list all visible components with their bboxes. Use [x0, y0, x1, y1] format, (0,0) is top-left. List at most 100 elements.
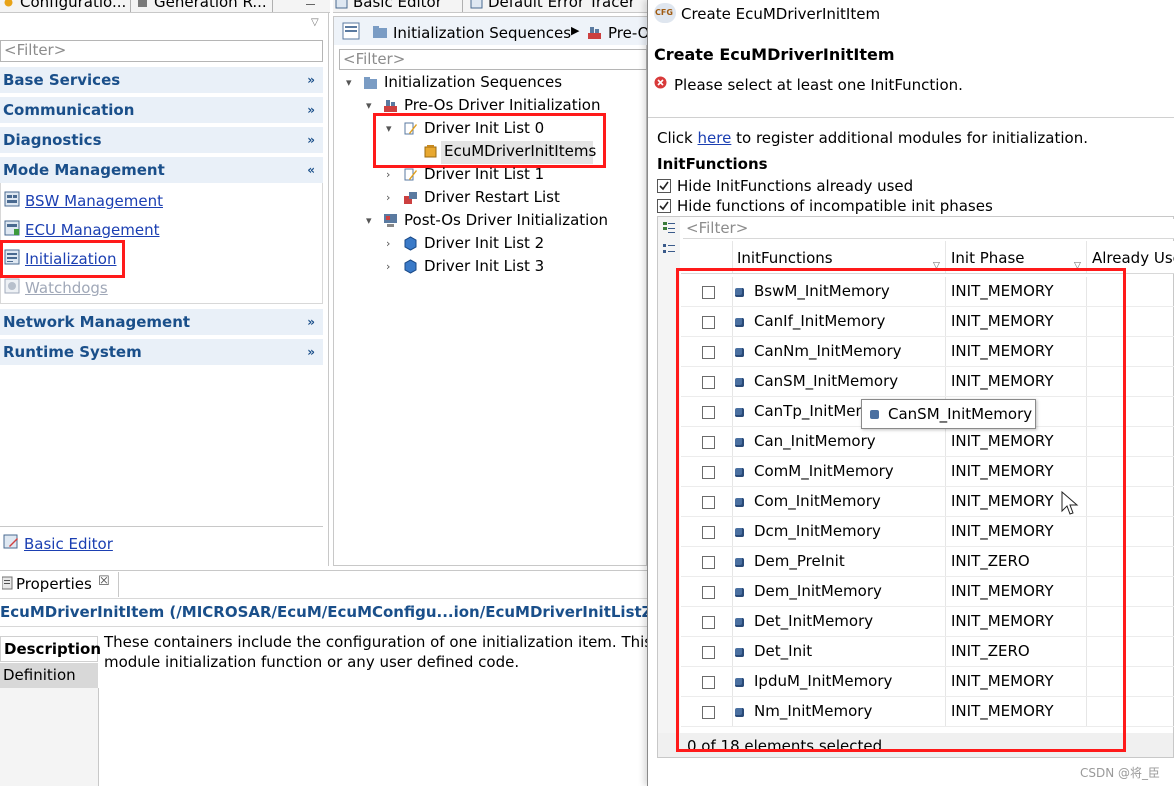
tree-item-preos[interactable]: Pre-Os Driver Initialization — [404, 96, 600, 114]
section-runtime-system[interactable]: Runtime System» — [0, 339, 323, 365]
register-text: Click here to register additional module… — [657, 129, 1089, 147]
description-line: module initialization function or any us… — [104, 653, 520, 671]
properties-path: EcuMDriverInitItem (/MICROSAR/EcuM/EcuMC… — [0, 603, 706, 621]
tab-strip-bg — [0, 688, 98, 786]
basic-editor-icon — [3, 534, 18, 549]
folder-icon — [373, 26, 387, 38]
highlight-box — [676, 268, 1126, 752]
dialog-heading: Create EcuMDriverInitItem — [654, 45, 895, 64]
divider — [0, 526, 323, 527]
collapsed-arrow-icon[interactable]: › — [386, 261, 396, 272]
center-filter-input[interactable]: <Filter> — [339, 49, 647, 70]
post-os-icon — [384, 214, 397, 227]
error-message: Please select at least one InitFunction. — [674, 76, 963, 94]
error-icon — [654, 76, 667, 89]
tree-item-postos[interactable]: Post-Os Driver Initialization — [404, 211, 608, 229]
tab-divider — [462, 0, 463, 12]
section-base-services[interactable]: Base Services» — [0, 67, 323, 93]
breadcrumb-separator-icon: ▶ — [571, 24, 580, 37]
expanded-arrow-icon[interactable]: ▾ — [366, 100, 376, 111]
dialog-header — [648, 30, 1174, 120]
hide-used-checkbox[interactable] — [657, 179, 671, 193]
properties-icon — [2, 576, 13, 590]
divider — [648, 117, 1174, 118]
tab-divider — [130, 0, 131, 12]
watchdogs-link[interactable]: Watchdogs — [25, 279, 108, 297]
collapsed-arrow-icon[interactable]: › — [386, 238, 396, 249]
column-header-initfunctions[interactable]: InitFunctions — [737, 249, 833, 267]
tree-item-init-sequences[interactable]: Initialization Sequences — [384, 73, 562, 91]
sun-icon — [4, 0, 13, 7]
highlight-box — [0, 240, 125, 278]
section-mode-management[interactable]: Mode Management « — [0, 157, 323, 183]
section-diagnostics[interactable]: Diagnostics» — [0, 127, 323, 153]
ecu-management-link[interactable]: ECU Management — [25, 221, 160, 239]
tab-description[interactable]: Description — [0, 636, 101, 662]
expand-all-icon[interactable] — [662, 221, 676, 235]
divider — [0, 598, 647, 599]
expanded-arrow-icon[interactable]: ▾ — [346, 77, 356, 88]
dialog-window-title: Create EcuMDriverInitItem — [681, 5, 881, 23]
tracer-icon — [470, 0, 483, 9]
highlight-box — [373, 113, 606, 168]
hide-incompatible-label: Hide functions of incompatible init phas… — [677, 197, 993, 215]
tab-generation[interactable]: Generation R... — [136, 0, 267, 11]
left-filter-input[interactable]: <Filter> — [0, 40, 323, 62]
expand-chevron-icon: » — [307, 315, 315, 329]
editor-icon — [335, 0, 348, 9]
collapse-all-icon[interactable] — [662, 243, 676, 257]
column-header-init-phase[interactable]: Init Phase — [951, 249, 1025, 267]
ecu-management-icon — [4, 220, 20, 236]
generate-icon — [138, 0, 147, 7]
watchdogs-icon — [4, 278, 20, 294]
bsw-management-link[interactable]: BSW Management — [25, 192, 163, 210]
init-list-icon — [404, 168, 417, 181]
view-icon[interactable] — [342, 22, 360, 40]
divider — [98, 688, 99, 786]
column-header-already-used[interactable]: Already Use — [1092, 249, 1174, 267]
view-menu-icon[interactable]: ▽ — [311, 17, 319, 28]
tree-item-restart[interactable]: Driver Restart List — [424, 188, 560, 206]
divider — [0, 626, 647, 627]
section-network-management[interactable]: Network Management» — [0, 309, 323, 335]
description-line: These containers include the configurati… — [104, 633, 672, 651]
expanded-arrow-icon[interactable]: ▾ — [366, 215, 376, 226]
collapsed-arrow-icon[interactable]: › — [386, 169, 396, 180]
folder-icon — [364, 77, 377, 89]
tab-properties[interactable]: Properties ☒ — [0, 572, 119, 597]
breadcrumb-item[interactable]: Initialization Sequences — [393, 24, 571, 42]
expand-chevron-icon: » — [307, 73, 315, 87]
table-filter-input[interactable]: <Filter> — [683, 219, 1174, 239]
here-link[interactable]: here — [698, 129, 732, 147]
tree-item-list2[interactable]: Driver Init List 2 — [424, 234, 544, 252]
tab-default-error-tracer[interactable]: Default Error Tracer — [470, 0, 635, 11]
tab-divider — [272, 0, 273, 12]
cube-icon — [404, 259, 417, 274]
close-icon[interactable]: ☒ — [98, 574, 110, 589]
tab-basic-editor[interactable]: Basic Editor — [335, 0, 442, 11]
minimize-icon[interactable] — [306, 4, 315, 5]
expand-chevron-icon: » — [307, 133, 315, 147]
restart-list-icon — [404, 192, 417, 204]
basic-editor-link[interactable]: Basic Editor — [24, 535, 113, 553]
checkmark-icon — [659, 181, 669, 191]
collapsed-arrow-icon[interactable]: › — [386, 192, 396, 203]
tab-definition[interactable]: Definition — [0, 663, 98, 688]
expand-chevron-icon: » — [307, 103, 315, 117]
collapse-chevron-icon: « — [307, 163, 315, 177]
hide-used-label: Hide InitFunctions already used — [677, 177, 914, 195]
sequence-icon — [384, 100, 397, 112]
hide-incompatible-checkbox[interactable] — [657, 199, 671, 213]
tree-item-list1[interactable]: Driver Init List 1 — [424, 165, 544, 183]
section-communication[interactable]: Communication» — [0, 97, 323, 123]
tab-configuration[interactable]: Configuratio... — [2, 0, 126, 11]
breadcrumb-item[interactable]: Pre-O — [608, 24, 649, 42]
panel-border — [328, 12, 329, 566]
divider — [0, 570, 647, 571]
sequence-icon — [588, 27, 601, 39]
watermark: CSDN @将_臣 — [1080, 766, 1161, 780]
checkmark-icon — [659, 201, 669, 211]
initfunctions-label: InitFunctions — [657, 155, 768, 173]
tree-item-list3[interactable]: Driver Init List 3 — [424, 257, 544, 275]
left-tab-bar: Configuratio... Generation R... — [0, 0, 330, 13]
